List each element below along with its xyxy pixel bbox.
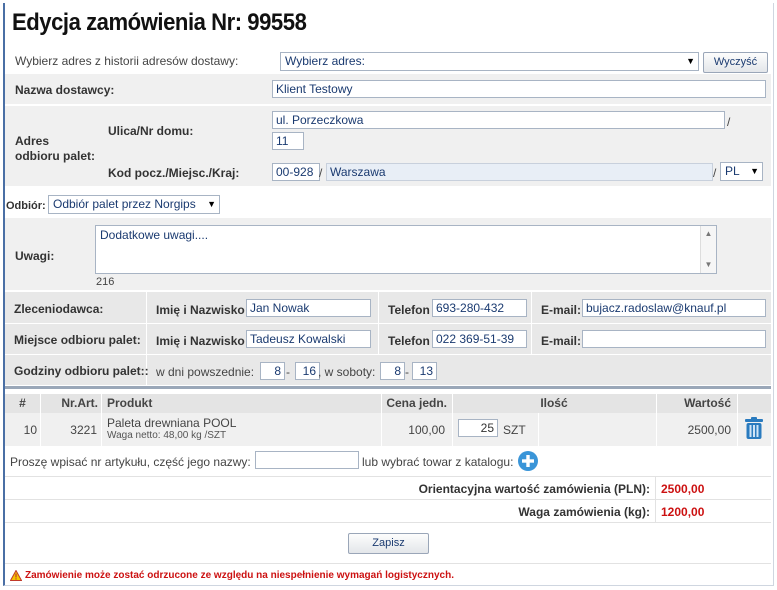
col-product-header: Produkt [107, 396, 153, 410]
notes-textarea[interactable]: Dodatkowe uwagi.... ▲ ▼ [95, 225, 717, 274]
postal-code-input[interactable]: 00-928 [272, 163, 320, 181]
weekdays-label: w dni powszednie: [156, 365, 255, 379]
country-select-value: PL [725, 164, 740, 178]
supplier-input[interactable]: Klient Testowy [272, 80, 766, 98]
pickup-place-label: Miejsce odbioru palet: [14, 333, 141, 347]
divider [101, 394, 102, 446]
street-slash: / [727, 115, 731, 129]
orderer-name-label: Imię i Nazwisko [156, 303, 245, 317]
notes-label: Uwagi: [15, 249, 55, 263]
col-qty-header: Ilość [540, 396, 568, 410]
row-product-weight: Waga netto: 48,00 kg /SZT [107, 430, 227, 441]
row-num: 10 [23, 423, 37, 437]
col-value-header: Wartość [684, 396, 731, 410]
order-value: 2500,00 [661, 482, 705, 496]
article-search-label: Proszę wpisać nr artykułu, część jego na… [10, 455, 251, 469]
divider [538, 413, 539, 446]
row-product: Paleta drewniana POOL [107, 416, 237, 430]
chevron-down-icon: ▼ [686, 56, 695, 66]
clear-address-button[interactable]: Wyczyść [703, 52, 768, 73]
page-title: Edycja zamówienia Nr: 99558 [12, 9, 307, 36]
orderer-email-label: E-mail: [541, 303, 582, 317]
warning-text: Zamówienie może zostać odrzucone ze wzgl… [25, 570, 454, 581]
notes-text: Dodatkowe uwagi.... [100, 228, 209, 242]
notes-scrollbar[interactable]: ▲ ▼ [700, 226, 716, 273]
section-separator [5, 386, 771, 389]
supplier-label: Nazwa dostawcy: [15, 83, 115, 97]
pickup-place-email-input[interactable] [582, 330, 766, 348]
pickup-place-name-input[interactable]: Tadeusz Kowalski [246, 330, 371, 348]
pickup-place-phone-input[interactable]: 022 369-51-39 [432, 330, 527, 348]
article-search-input[interactable] [255, 451, 359, 469]
city-slash: / [713, 166, 717, 180]
orderer-phone-input[interactable]: 693-280-432 [432, 299, 527, 317]
street-input[interactable]: ul. Porzeczkowa [272, 111, 725, 129]
row-value: 2500,00 [687, 423, 731, 437]
col-price-header: Cena jedn. [386, 396, 447, 410]
divider [5, 563, 771, 564]
divider [656, 394, 657, 446]
divider [452, 394, 453, 446]
saturday-from-input[interactable]: 8 [380, 362, 405, 380]
saturday-label: , w soboty: [318, 365, 376, 379]
notes-char-counter: 216 [96, 276, 115, 288]
saturday-dash: - [405, 365, 409, 379]
pickup-place-phone-label: Telefon [388, 334, 430, 348]
orderer-name-input[interactable]: Jan Nowak [246, 299, 371, 317]
weekdays-dash: - [286, 365, 290, 379]
row-qty-input[interactable]: 25 [458, 419, 498, 437]
scroll-up-icon[interactable]: ▲ [701, 226, 716, 242]
catalog-label: lub wybrać towar z katalogu: [362, 455, 514, 469]
pickup-place-email-label: E-mail: [541, 334, 582, 348]
address-history-label: Wybierz adres z historii adresów dostawy… [15, 54, 239, 68]
row-price: 100,00 [408, 423, 445, 437]
pickup-type-label: Odbiór: [6, 200, 46, 212]
postal-label: Kod pocz./Miejsc./Kraj: [108, 166, 240, 180]
street-label: Ulica/Nr domu: [108, 124, 194, 138]
orderer-email-input[interactable]: bujacz.radoslaw@knauf.pl [582, 299, 766, 317]
address-history-select-value: Wybierz adres: [285, 54, 365, 68]
row-unit: SZT [503, 423, 526, 437]
pickup-address-label: Adres odbioru palet: [15, 134, 95, 163]
trash-icon[interactable] [743, 416, 765, 443]
divider [40, 394, 41, 446]
order-value-label: Orientacyjna wartość zamówienia (PLN): [418, 482, 650, 496]
postal-slash: / [319, 166, 323, 180]
divider [737, 394, 738, 446]
pickup-type-select[interactable]: Odbiór palet przez Norgips ▼ [48, 195, 220, 214]
warning-icon [9, 569, 23, 584]
country-select[interactable]: PL ▼ [720, 162, 763, 181]
divider [5, 323, 771, 324]
col-num-header: # [19, 396, 26, 410]
pickup-type-select-value: Odbiór palet przez Norgips [53, 197, 196, 211]
city-input[interactable]: Warszawa [326, 163, 713, 181]
pickup-place-name-label: Imię i Nazwisko [156, 334, 245, 348]
pickup-hours-label: Godziny odbioru palet:: [14, 364, 149, 378]
divider [5, 476, 771, 477]
divider [655, 477, 656, 523]
save-button[interactable]: Zapisz [348, 533, 429, 554]
divider [5, 499, 771, 500]
order-weight-label: Waga zamówienia (kg): [518, 505, 650, 519]
order-weight: 1200,00 [661, 505, 705, 519]
scroll-down-icon[interactable]: ▼ [701, 257, 716, 273]
address-history-select[interactable]: Wybierz adres: ▼ [280, 52, 699, 71]
divider [5, 354, 771, 355]
row-art: 3221 [70, 423, 97, 437]
orderer-label: Zleceniodawca: [14, 302, 104, 316]
divider [381, 394, 382, 446]
weekdays-from-input[interactable]: 8 [260, 362, 285, 380]
chevron-down-icon: ▼ [750, 166, 759, 176]
house-number-input[interactable]: 11 [272, 132, 304, 150]
divider [5, 522, 771, 523]
saturday-to-input[interactable]: 13 [412, 362, 437, 380]
add-from-catalog-icon[interactable] [517, 450, 539, 472]
weekdays-to-input[interactable]: 16 [295, 362, 320, 380]
chevron-down-icon: ▼ [207, 199, 216, 209]
orderer-phone-label: Telefon [388, 303, 430, 317]
col-art-header: Nr.Art. [61, 396, 98, 410]
